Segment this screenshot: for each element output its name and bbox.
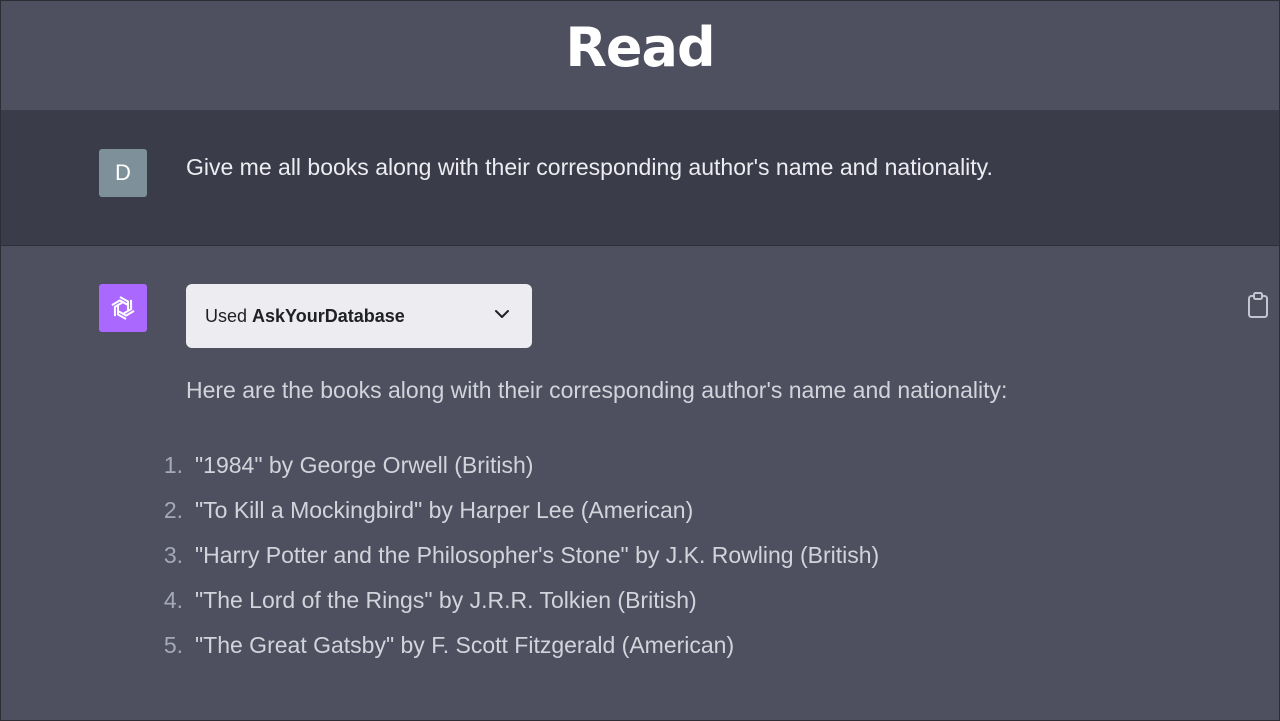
list-number: 3. (163, 542, 183, 568)
user-avatar: D (99, 149, 147, 197)
book-entry: "The Lord of the Rings" by J.R.R. Tolkie… (195, 587, 697, 613)
list-item: 1. "1984" by George Orwell (British) (151, 452, 879, 497)
plugin-used-dropdown[interactable]: Used AskYourDatabase (186, 284, 532, 348)
assistant-message-row: Used AskYourDatabase Here are the books … (1, 247, 1279, 720)
title-bar: Read (1, 1, 1279, 110)
book-entry: "The Great Gatsby" by F. Scott Fitzgeral… (195, 632, 735, 658)
page-title: Read (565, 16, 715, 79)
list-item: 5. "The Great Gatsby" by F. Scott Fitzge… (151, 632, 879, 677)
book-entry: "1984" by George Orwell (British) (195, 452, 534, 478)
copy-button[interactable] (1246, 291, 1270, 319)
book-entry: "To Kill a Mockingbird" by Harper Lee (A… (195, 497, 694, 523)
app-frame: Read D Give me all books along with thei… (0, 0, 1280, 721)
openai-logo-icon (111, 296, 135, 320)
assistant-intro-text: Here are the books along with their corr… (186, 377, 1008, 403)
plugin-used-prefix: Used (205, 305, 248, 326)
user-message-text: Give me all books along with their corre… (186, 154, 993, 180)
list-item: 2. "To Kill a Mockingbird" by Harper Lee… (151, 497, 879, 542)
user-avatar-letter: D (115, 160, 131, 185)
list-item: 4. "The Lord of the Rings" by J.R.R. Tol… (151, 587, 879, 632)
book-entry: "Harry Potter and the Philosopher's Ston… (195, 542, 880, 568)
list-number: 1. (163, 452, 183, 478)
assistant-avatar (99, 284, 147, 332)
user-message-row: D Give me all books along with their cor… (1, 110, 1279, 246)
list-number: 5. (163, 632, 183, 658)
list-number: 4. (163, 587, 183, 613)
chevron-down-icon (495, 310, 509, 318)
list-item: 3. "Harry Potter and the Philosopher's S… (151, 542, 879, 587)
list-number: 2. (163, 497, 183, 523)
plugin-name: AskYourDatabase (252, 305, 405, 326)
clipboard-icon (1248, 292, 1268, 318)
book-list: 1. "1984" by George Orwell (British) 2. … (151, 452, 879, 677)
